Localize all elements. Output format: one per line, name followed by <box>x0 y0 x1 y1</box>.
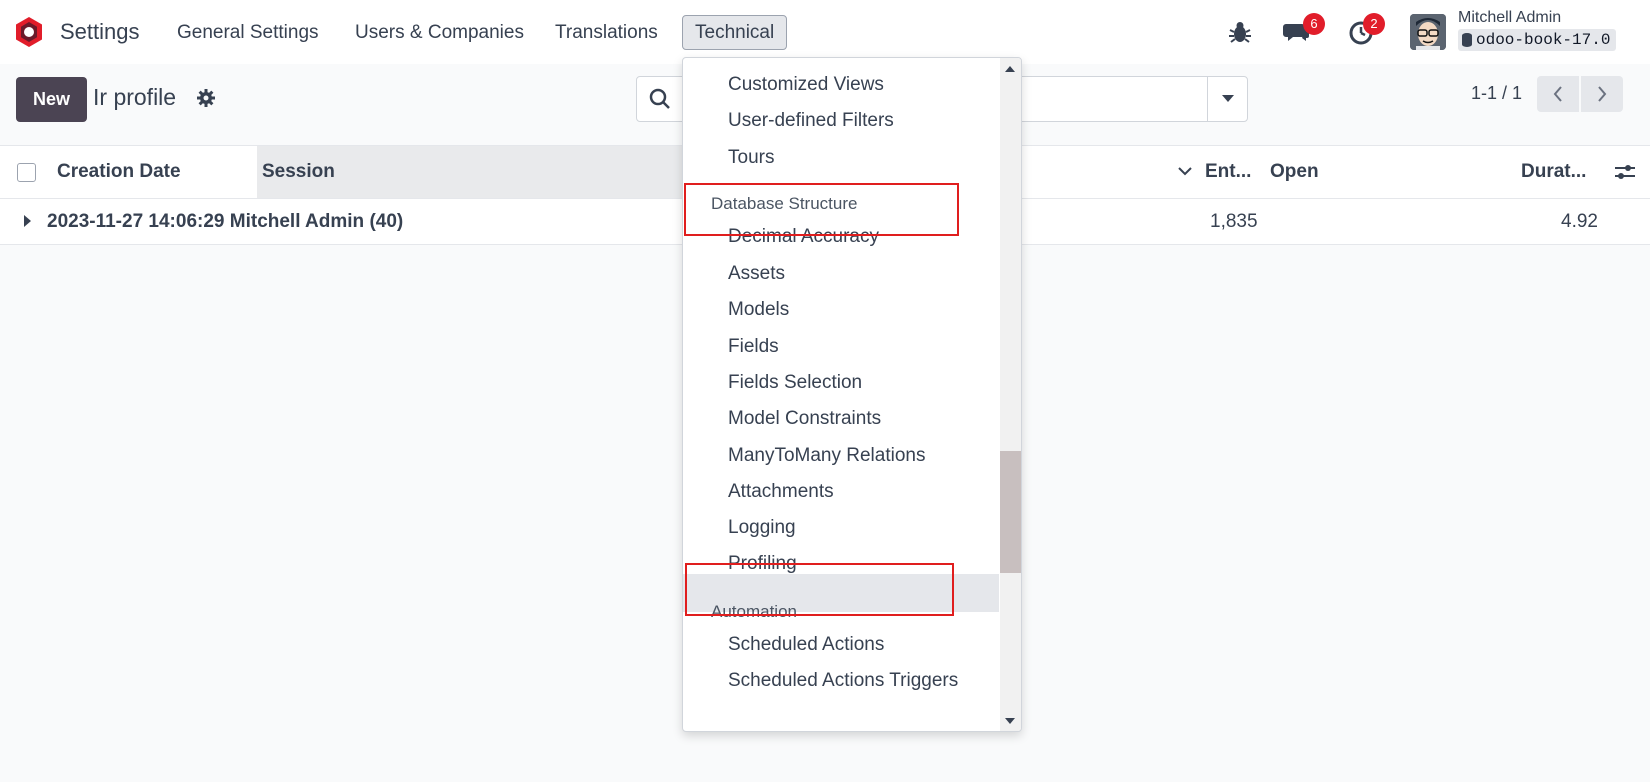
column-creation-date[interactable]: Creation Date <box>57 146 181 198</box>
breadcrumb: Ir profile <box>93 84 177 110</box>
optional-columns-icon[interactable] <box>1614 162 1636 182</box>
odoo-app-logo-icon[interactable] <box>14 16 44 48</box>
new-button[interactable]: New <box>16 77 87 122</box>
top-navbar: Settings General Settings Users & Compan… <box>0 0 1650 64</box>
column-session[interactable]: Session <box>262 146 335 198</box>
avatar-face-icon <box>1410 14 1446 50</box>
chevron-right-icon <box>1598 86 1607 102</box>
highlight-box-database-structure <box>684 183 959 236</box>
user-avatar[interactable] <box>1410 14 1446 50</box>
menu-item-fields[interactable]: Fields <box>728 336 779 358</box>
database-name: odoo-book-17.0 <box>1476 31 1611 49</box>
gear-icon[interactable] <box>197 89 215 107</box>
column-entries[interactable]: Ent... <box>1205 146 1251 198</box>
activities-badge: 2 <box>1363 13 1385 35</box>
menu-item-attachments[interactable]: Attachments <box>728 481 834 503</box>
pager-previous-button[interactable] <box>1537 76 1579 112</box>
menu-translations[interactable]: Translations <box>555 22 658 44</box>
search-options-toggle[interactable] <box>1207 77 1247 121</box>
menu-item-fields-selection[interactable]: Fields Selection <box>728 372 862 394</box>
bug-icon[interactable] <box>1226 18 1254 46</box>
scroll-down-arrow-icon[interactable] <box>1005 718 1015 724</box>
group-duration-total: 4.92 <box>1561 211 1598 232</box>
group-label: 2023-11-27 14:06:29 Mitchell Admin (40) <box>47 211 404 232</box>
menu-item-model-constraints[interactable]: Model Constraints <box>728 408 881 430</box>
dropdown-scrollbar-thumb[interactable] <box>1000 451 1021 573</box>
caret-right-icon <box>24 215 31 227</box>
user-name[interactable]: Mitchell Admin <box>1458 9 1561 27</box>
messages-badge: 6 <box>1303 13 1325 35</box>
menu-general-settings[interactable]: General Settings <box>177 22 319 44</box>
search-icon[interactable] <box>649 88 671 110</box>
technical-dropdown-menu: Customized Views User-defined Filters To… <box>682 57 1022 732</box>
menu-item-manytomany-relations[interactable]: ManyToMany Relations <box>728 445 925 467</box>
menu-item-scheduled-actions-triggers[interactable]: Scheduled Actions Triggers <box>728 670 958 692</box>
select-all-checkbox[interactable] <box>17 163 36 182</box>
chevron-left-icon <box>1553 86 1562 102</box>
group-entries-total: 1,835 <box>1210 211 1258 232</box>
app-title[interactable]: Settings <box>60 19 140 45</box>
menu-item-models[interactable]: Models <box>728 299 789 321</box>
dropdown-scrollbar-track[interactable] <box>1000 58 1021 731</box>
pager-next-button[interactable] <box>1581 76 1623 112</box>
menu-technical[interactable]: Technical <box>682 15 788 50</box>
column-duration[interactable]: Durat... <box>1521 146 1586 198</box>
column-open[interactable]: Open <box>1270 146 1319 198</box>
menu-users-companies[interactable]: Users & Companies <box>355 22 524 44</box>
highlight-box-profiling <box>685 563 954 616</box>
scroll-up-arrow-icon[interactable] <box>1005 66 1015 72</box>
caret-down-icon <box>1221 95 1234 102</box>
pager-value[interactable]: 1-1 / 1 <box>1471 83 1522 104</box>
menu-item-logging[interactable]: Logging <box>728 517 796 539</box>
database-icon <box>1462 33 1472 47</box>
database-badge: odoo-book-17.0 <box>1458 29 1617 51</box>
menu-item-customized-views[interactable]: Customized Views <box>728 74 884 96</box>
menu-item-scheduled-actions[interactable]: Scheduled Actions <box>728 634 884 656</box>
menu-item-assets[interactable]: Assets <box>728 263 785 285</box>
menu-item-tours[interactable]: Tours <box>728 147 774 169</box>
menu-item-user-defined-filters[interactable]: User-defined Filters <box>728 110 894 132</box>
chevron-down-icon[interactable] <box>1178 166 1192 176</box>
